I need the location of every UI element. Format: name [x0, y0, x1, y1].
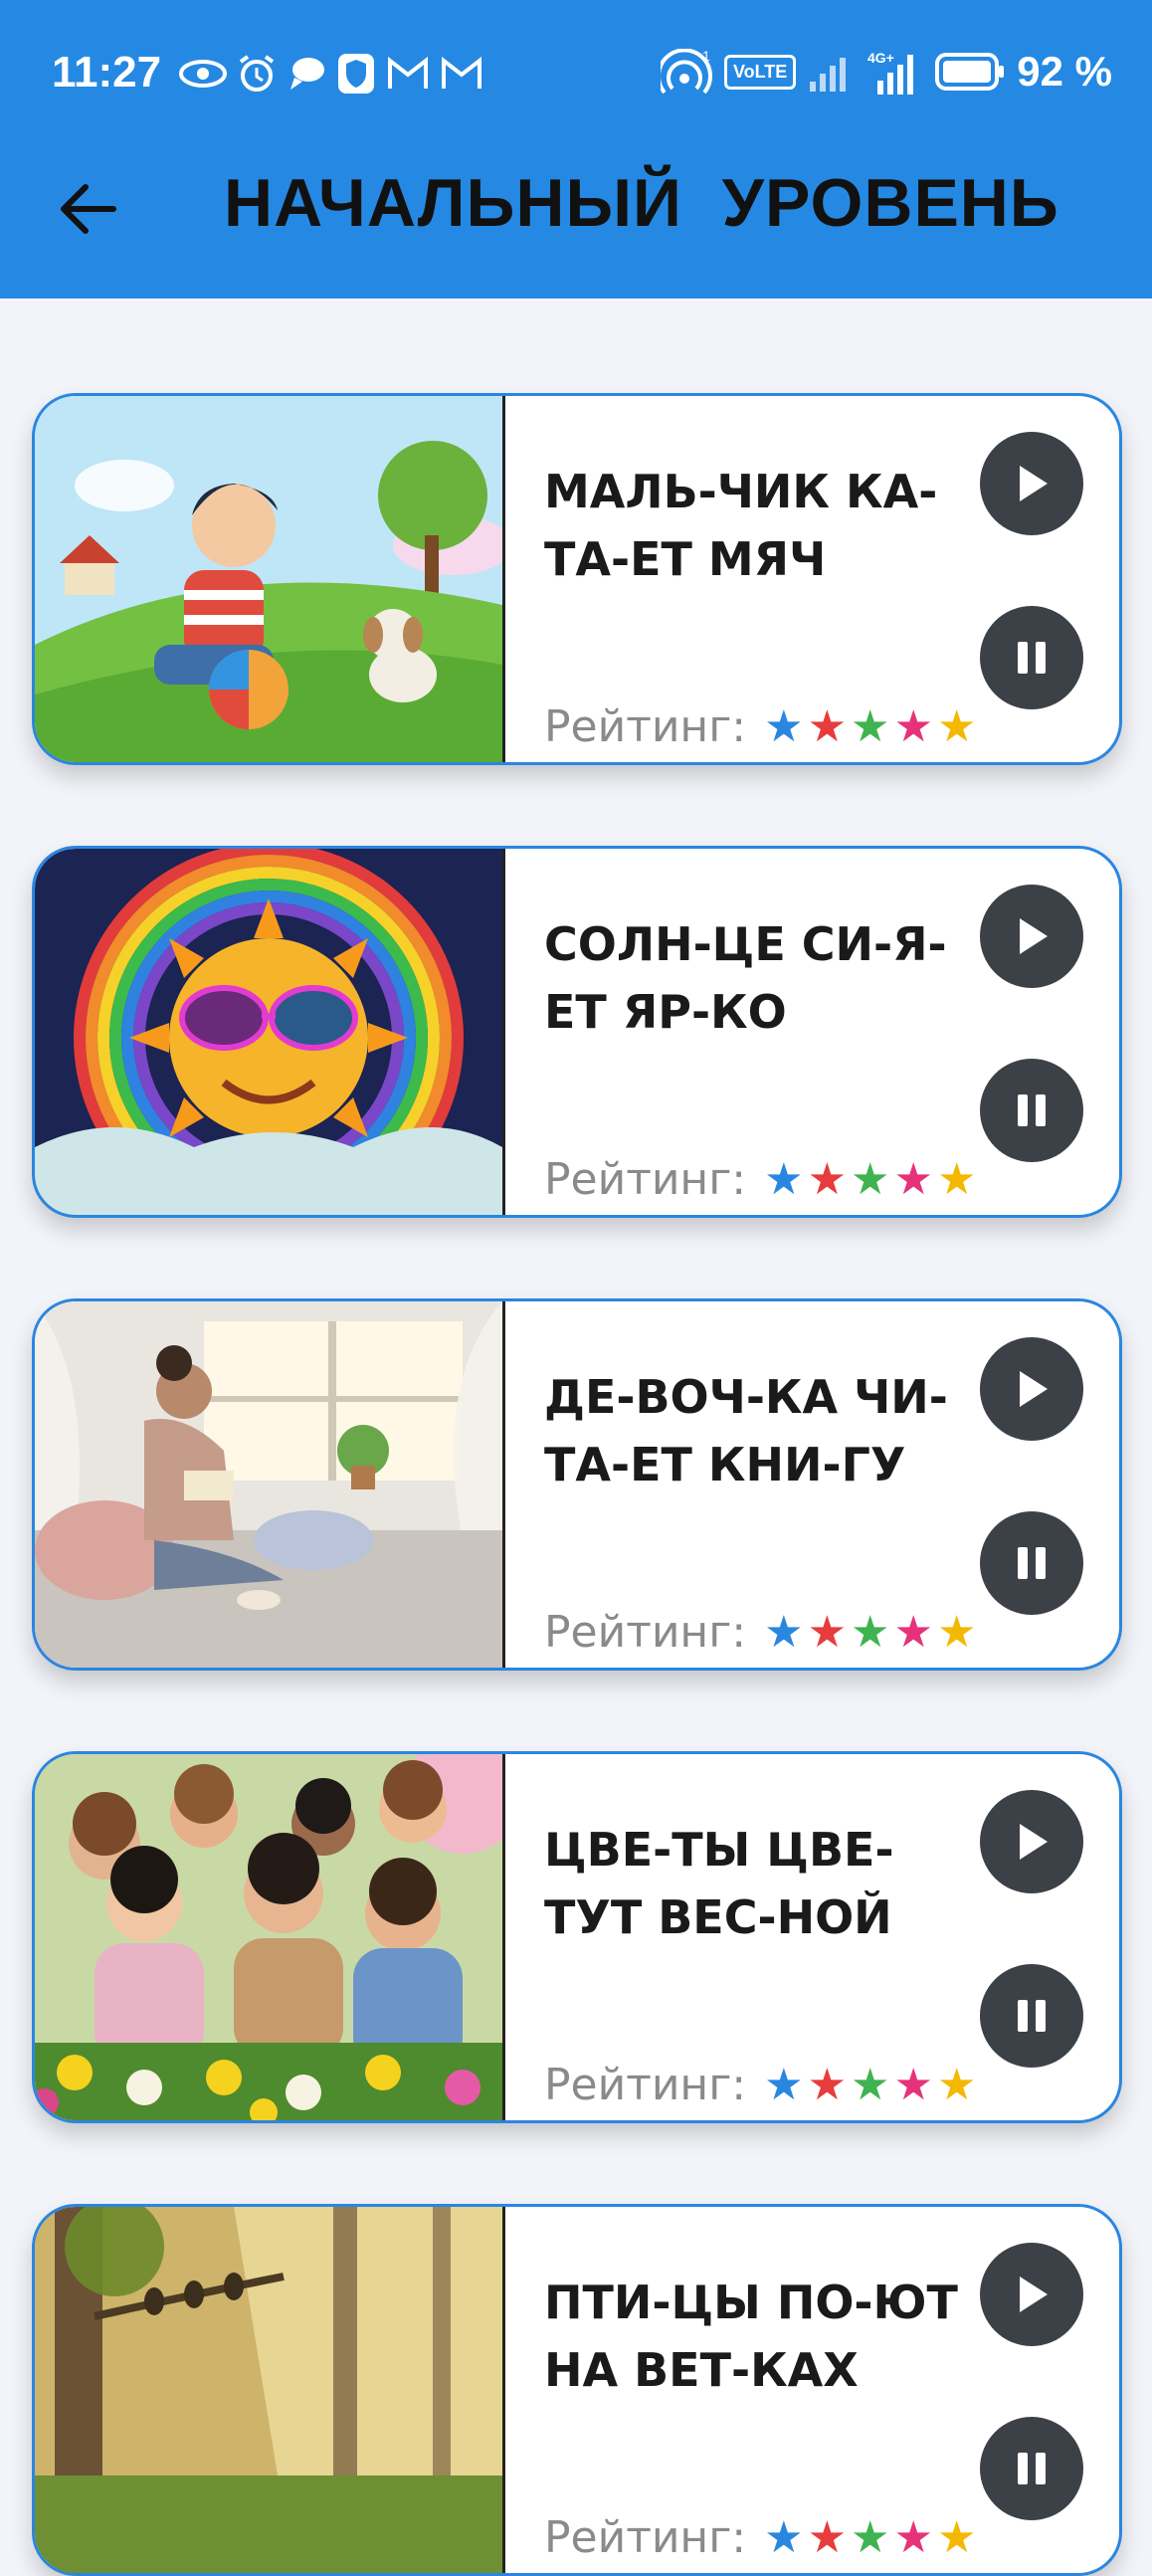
- shield-icon: [338, 54, 374, 94]
- pause-button[interactable]: [980, 2417, 1083, 2520]
- battery-percent: 92 %: [1017, 48, 1112, 95]
- notification-icons: [179, 52, 483, 96]
- rating: Рейтинг: ★ ★ ★ ★ ★: [544, 2512, 980, 2563]
- birds-forest-image: [35, 2207, 502, 2573]
- rating: Рейтинг: ★ ★ ★ ★ ★: [544, 2060, 980, 2110]
- star-icon: ★: [936, 2060, 977, 2110]
- lesson-title: СОЛН-ЦЕ СИ-Я-ЕТ ЯР-КО: [544, 917, 947, 1039]
- system-icons: 1 VoLTE 4G+ 92 %: [660, 46, 1112, 98]
- star-icon: ★: [851, 2512, 890, 2563]
- star-icon: ★: [807, 1154, 848, 1205]
- rating: Рейтинг: ★ ★ ★ ★ ★: [544, 1154, 980, 1205]
- pause-icon: [1018, 2453, 1046, 2484]
- star-icon: ★: [936, 2512, 977, 2563]
- play-button[interactable]: [980, 885, 1083, 988]
- girl-reading-image: [35, 1301, 502, 1668]
- lesson-card[interactable]: МАЛЬ-ЧИК КА-ТА-ЕТ МЯЧ Рейтинг: ★ ★ ★ ★ ★: [32, 393, 1122, 765]
- status-time: 11:27: [52, 48, 162, 97]
- rating-label: Рейтинг:: [544, 701, 747, 752]
- lesson-image: [35, 1301, 505, 1668]
- rating: Рейтинг: ★ ★ ★ ★ ★: [544, 1607, 980, 1658]
- star-icon: ★: [851, 701, 890, 752]
- lesson-title: МАЛЬ-ЧИК КА-ТА-ЕТ МЯЧ: [544, 465, 938, 586]
- play-button[interactable]: [980, 1790, 1083, 1893]
- star-icon: ★: [807, 1607, 848, 1658]
- rating-label: Рейтинг:: [544, 1154, 747, 1205]
- pause-icon: [1018, 1547, 1046, 1579]
- lesson-title: ПТИ-ЦЫ ПО-ЮТ НА ВЕТ-КАХ: [544, 2276, 958, 2397]
- play-button[interactable]: [980, 1337, 1083, 1441]
- gmail-icon: [388, 57, 428, 89]
- pause-button[interactable]: [980, 1964, 1083, 2068]
- lesson-card[interactable]: ЦВЕ-ТЫ ЦВЕ-ТУТ ВЕС-НОЙ Рейтинг: ★ ★ ★ ★ …: [32, 1751, 1122, 2123]
- children-flowers-image: [35, 1754, 502, 2120]
- play-icon: [1020, 1371, 1048, 1407]
- gmail-icon: [442, 57, 481, 89]
- volte-badge: VoLTE: [723, 54, 797, 90]
- play-button[interactable]: [980, 432, 1083, 535]
- star-icon: ★: [764, 701, 804, 752]
- star-icon: ★: [764, 2512, 804, 2563]
- sun-with-sunglasses-image: [35, 849, 502, 1215]
- rating-label: Рейтинг:: [544, 2060, 747, 2110]
- play-icon: [1020, 1824, 1048, 1860]
- star-icon: ★: [764, 1154, 804, 1205]
- svg-text:1: 1: [702, 49, 710, 64]
- signal-icon: [810, 58, 847, 92]
- battery-icon: [935, 53, 1005, 91]
- status-bar: 11:27 1 VoLTE 4G+ 92 %: [0, 0, 1152, 149]
- star-icon: ★: [893, 701, 933, 752]
- star-icon: ★: [851, 2060, 890, 2110]
- lesson-image: [35, 2207, 505, 2573]
- lesson-card[interactable]: ПТИ-ЦЫ ПО-ЮТ НА ВЕТ-КАХ Рейтинг: ★ ★ ★ ★…: [32, 2204, 1122, 2576]
- play-icon: [1020, 2277, 1048, 2312]
- app-header: 11:27 1 VoLTE 4G+ 92 % НАЧАЛЬНЫЙ УРОВЕНЬ: [0, 0, 1152, 298]
- pause-button[interactable]: [980, 1511, 1083, 1615]
- lesson-image: [35, 849, 505, 1215]
- star-icon: ★: [851, 1154, 890, 1205]
- chat-icon: [290, 58, 324, 90]
- star-icon: ★: [936, 701, 977, 752]
- rating-label: Рейтинг:: [544, 2512, 747, 2563]
- lesson-card[interactable]: СОЛН-ЦЕ СИ-Я-ЕТ ЯР-КО Рейтинг: ★ ★ ★ ★ ★: [32, 846, 1122, 1218]
- boy-with-ball-image: [35, 396, 502, 762]
- lesson-image: [35, 396, 505, 762]
- back-button[interactable]: [56, 177, 119, 241]
- pause-button[interactable]: [980, 1059, 1083, 1162]
- star-icon: ★: [893, 1154, 933, 1205]
- star-icon: ★: [893, 2060, 933, 2110]
- star-icon: ★: [851, 1607, 890, 1658]
- pause-icon: [1018, 1094, 1046, 1126]
- lesson-card[interactable]: ДЕ-ВОЧ-КА ЧИ-ТА-ЕТ КНИ-ГУ Рейтинг: ★ ★ ★…: [32, 1298, 1122, 1671]
- play-icon: [1020, 918, 1048, 954]
- lesson-title: ЦВЕ-ТЫ ЦВЕ-ТУТ ВЕС-НОЙ: [544, 1823, 894, 1944]
- star-icon: ★: [936, 1154, 977, 1205]
- arrow-left-icon: [61, 184, 116, 234]
- lesson-title: ДЕ-ВОЧ-КА ЧИ-ТА-ЕТ КНИ-ГУ: [544, 1370, 948, 1491]
- rating-label: Рейтинг:: [544, 1607, 747, 1658]
- signal-4g-icon: 4G+: [867, 50, 914, 95]
- play-icon: [1020, 466, 1048, 501]
- pause-icon: [1018, 642, 1046, 674]
- eye-icon: [179, 60, 227, 88]
- star-icon: ★: [807, 2060, 848, 2110]
- page-title: НАЧАЛЬНЫЙ УРОВЕНЬ: [224, 165, 1059, 241]
- star-icon: ★: [936, 1607, 977, 1658]
- pause-icon: [1018, 2000, 1046, 2032]
- hotspot-icon: 1: [660, 49, 712, 95]
- star-icon: ★: [893, 1607, 933, 1658]
- star-icon: ★: [893, 2512, 933, 2563]
- star-icon: ★: [807, 701, 848, 752]
- lesson-image: [35, 1754, 505, 2120]
- star-icon: ★: [764, 1607, 804, 1658]
- star-icon: ★: [807, 2512, 848, 2563]
- star-icon: ★: [764, 2060, 804, 2110]
- svg-text:4G+: 4G+: [867, 50, 894, 66]
- play-button[interactable]: [980, 2243, 1083, 2346]
- rating: Рейтинг: ★ ★ ★ ★ ★: [544, 701, 980, 752]
- pause-button[interactable]: [980, 606, 1083, 709]
- alarm-icon: [239, 55, 275, 92]
